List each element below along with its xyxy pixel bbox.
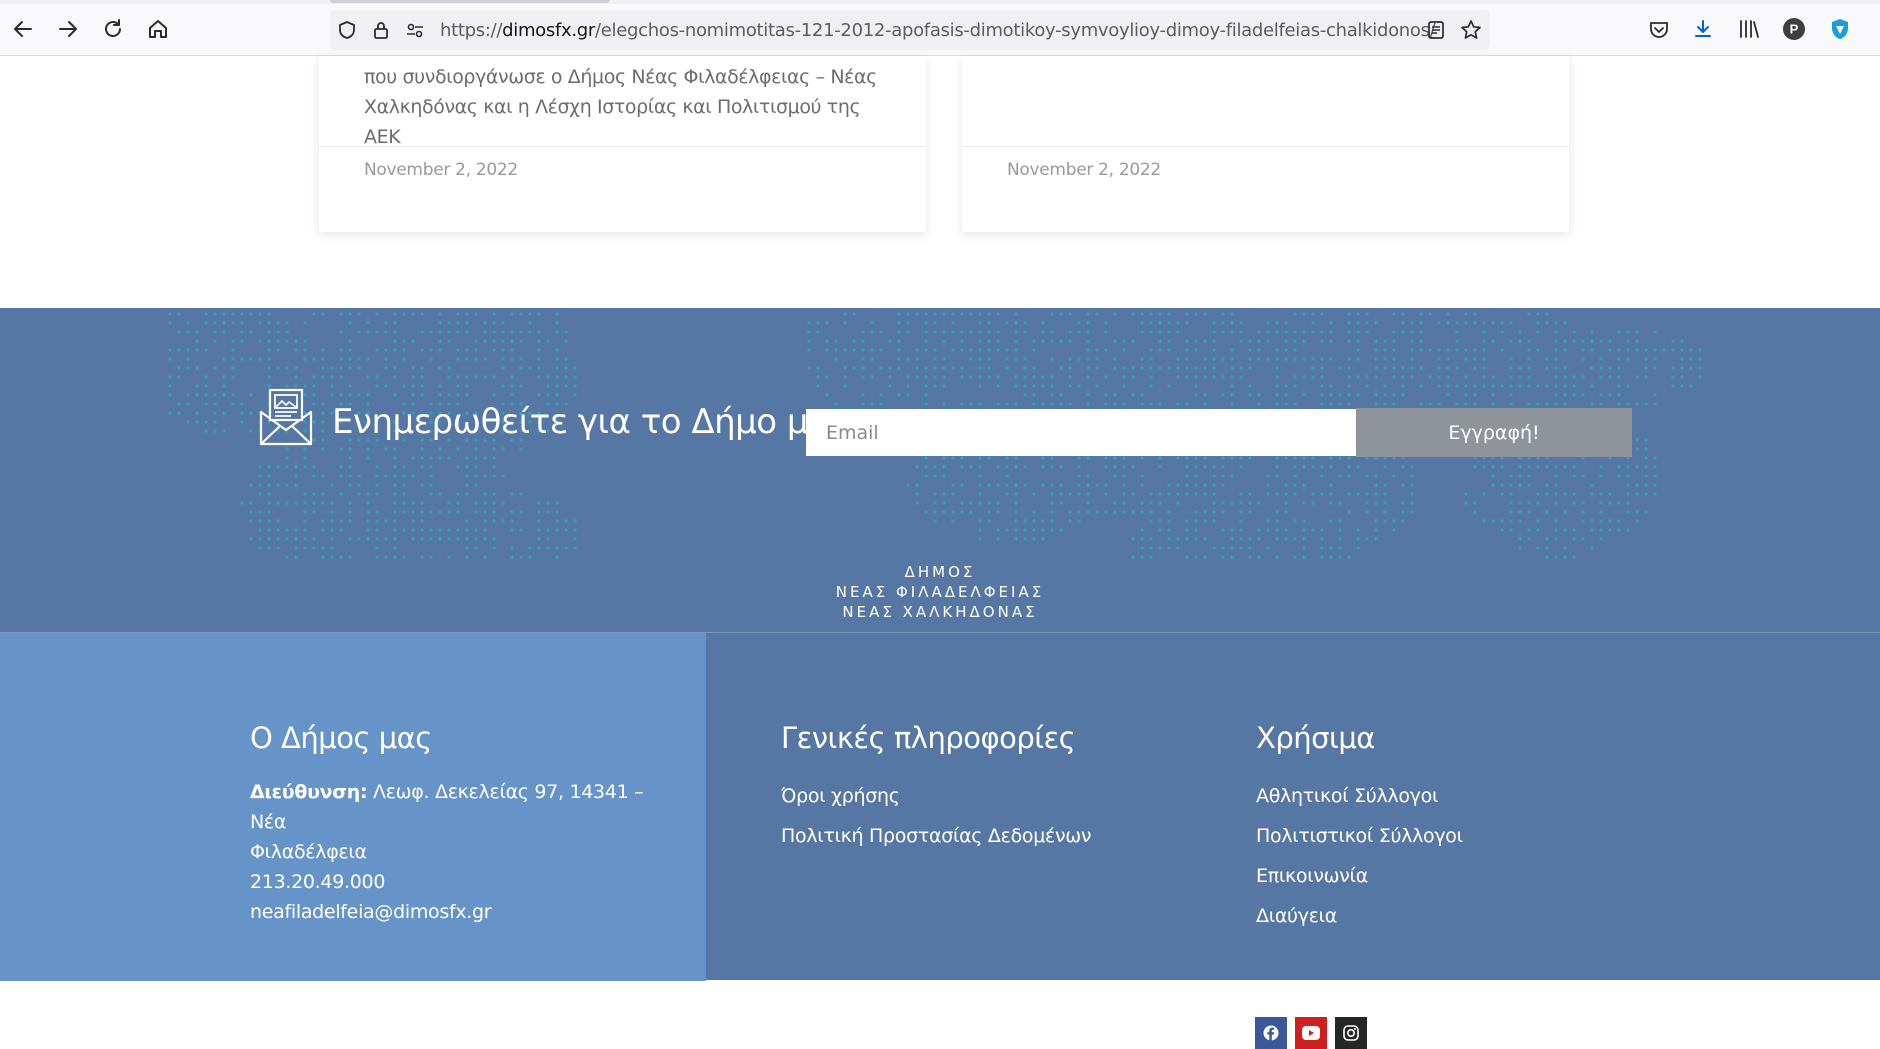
footer-useful-heading: Χρήσιμα xyxy=(1256,721,1375,755)
footer-link-privacy[interactable]: Πολιτική Προστασίας Δεδομένων xyxy=(781,825,1092,847)
footer-link-cultural-clubs[interactable]: Πολιτιστικοί Σύλλογοι xyxy=(1256,825,1463,847)
footer-general-heading: Γενικές πληροφορίες xyxy=(781,721,1076,755)
youtube-icon[interactable] xyxy=(1295,1017,1327,1049)
facebook-icon[interactable] xyxy=(1255,1017,1287,1049)
footer-link-terms[interactable]: Όροι χρήσης xyxy=(781,785,900,807)
url-bar[interactable]: https://dimosfx.gr/elegchos-nomimotitas-… xyxy=(330,10,1490,50)
svg-text:P: P xyxy=(1790,22,1799,37)
email-field[interactable] xyxy=(806,409,1356,456)
logo-line: ΝΕΑΣ ΦΙΛΑΔΕΛΦΕΙΑΣ xyxy=(835,583,1045,601)
extension-shield-icon[interactable] xyxy=(1827,16,1853,42)
home-icon[interactable] xyxy=(143,14,173,44)
news-card[interactable]: November 2, 2022 xyxy=(962,56,1569,232)
footer-link-sports-clubs[interactable]: Αθλητικοί Σύλλογοι xyxy=(1256,785,1438,807)
bookmark-star-icon[interactable] xyxy=(1460,19,1482,41)
library-icon[interactable] xyxy=(1736,16,1762,42)
shield-icon[interactable] xyxy=(336,19,358,41)
logo-line: ΔΗΜΟΣ xyxy=(904,563,976,581)
phone-text[interactable]: 213.20.49.000 xyxy=(250,867,650,897)
download-icon[interactable] xyxy=(1690,16,1716,42)
news-card[interactable]: που συνδιοργάνωσε ο Δήμος Νέας Φιλαδέλφε… xyxy=(319,56,926,232)
excerpt-line: που συνδιοργάνωσε ο Δήμος Νέας Φιλαδέλφε… xyxy=(364,66,877,88)
site-footer: Ο Δήμος μας Διεύθυνση: Λεωφ. Δεκελείας 9… xyxy=(0,632,1880,1049)
card-date: November 2, 2022 xyxy=(1007,160,1161,180)
card-divider xyxy=(319,146,926,147)
back-arrow-icon[interactable] xyxy=(8,14,38,44)
address-label: Διεύθυνση: xyxy=(250,781,368,803)
subscribe-button[interactable]: Εγγραφή! xyxy=(1356,408,1632,457)
reload-icon[interactable] xyxy=(98,14,128,44)
active-tab-indicator xyxy=(330,0,610,3)
newsletter-section: Ενημερωθείτε για το Δήμο μας Εγγραφή! ΔΗ… xyxy=(0,308,1880,632)
reader-view-icon[interactable] xyxy=(1425,19,1447,41)
pocket-icon[interactable] xyxy=(1646,16,1672,42)
lock-icon[interactable] xyxy=(370,19,392,41)
footer-about-heading: Ο Δήμος μας xyxy=(250,721,432,755)
footer-link-diavgeia[interactable]: Διαύγεια xyxy=(1256,905,1337,927)
address-text: Φιλαδέλφεια xyxy=(250,841,367,863)
card-excerpt: που συνδιοργάνωσε ο Δήμος Νέας Φιλαδέλφε… xyxy=(364,62,884,152)
instagram-icon[interactable] xyxy=(1335,1017,1367,1049)
footer-address: Διεύθυνση: Λεωφ. Δεκελείας 97, 14341 – Ν… xyxy=(250,777,650,927)
profile-icon[interactable]: P xyxy=(1781,16,1807,42)
browser-toolbar: https://dimosfx.gr/elegchos-nomimotitas-… xyxy=(0,0,1880,56)
email-link[interactable]: neafiladelfeia@dimosfx.gr xyxy=(250,897,650,927)
newsletter-envelope-icon xyxy=(259,388,313,446)
tab-strip xyxy=(0,0,1880,4)
footer-link-contact[interactable]: Επικοινωνία xyxy=(1256,865,1368,887)
forward-arrow-icon[interactable] xyxy=(53,14,83,44)
permissions-icon[interactable] xyxy=(404,19,426,41)
url-text: https://dimosfx.gr/elegchos-nomimotitas-… xyxy=(440,20,1436,41)
logo-line: ΝΕΑΣ ΧΑΛΚΗΔΟΝΑΣ xyxy=(842,603,1038,621)
page-content: που συνδιοργάνωσε ο Δήμος Νέας Φιλαδέλφε… xyxy=(0,56,1880,1049)
card-divider xyxy=(962,146,1569,147)
newsletter-title: Ενημερωθείτε για το Δήμο μας xyxy=(332,402,850,442)
card-date: November 2, 2022 xyxy=(364,160,518,180)
excerpt-line: Χαλκηδόνας και η Λέσχη Ιστορίας και Πολι… xyxy=(364,96,861,148)
